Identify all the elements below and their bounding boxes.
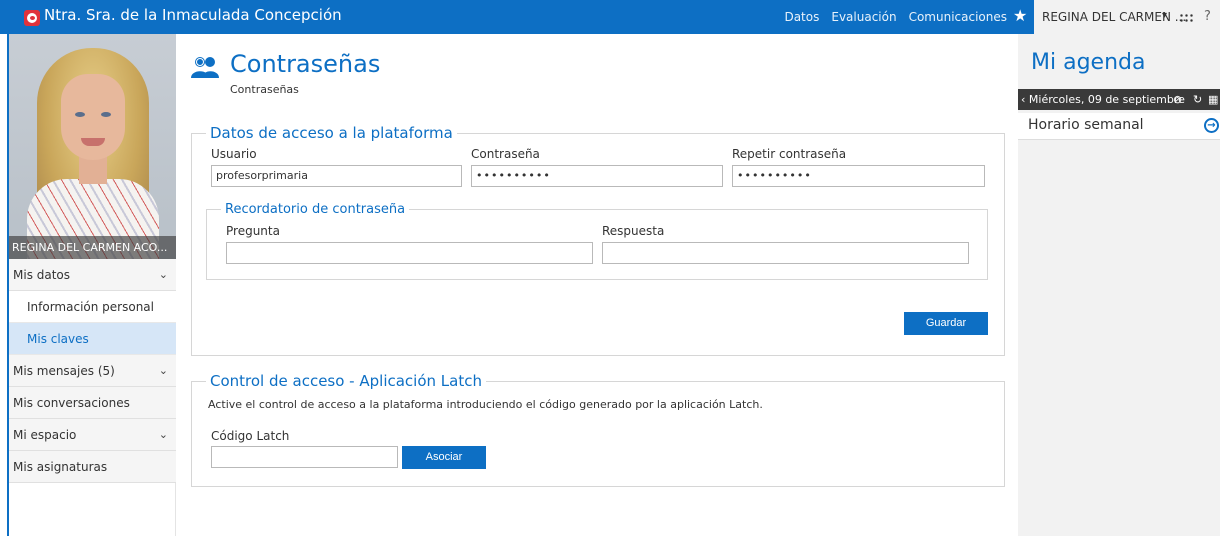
weekly-schedule-label: Horario semanal [1028,117,1144,133]
hide-icon[interactable]: ⊘ [1173,89,1182,110]
sidebar-item-label: Mi espacio [13,428,77,442]
sidebar-item-mis-claves[interactable]: Mis claves [9,323,176,355]
user-menu[interactable]: REGINA DEL CARMEN ... ▾ ? [1034,0,1220,34]
weekly-schedule-item[interactable]: Horario semanal → [1018,113,1220,140]
repeat-password-field[interactable]: •••••••••• [732,165,985,187]
page-title: Contraseñas [230,50,381,78]
agenda-title: Mi agenda [1031,50,1146,75]
sidebar-item-label: Mis datos [13,268,71,282]
sidebar-item-label: Mis mensajes (5) [13,364,115,378]
top-nav: Datos Evaluación Comunicaciones [784,10,1007,24]
associate-button[interactable]: Asociar [402,446,486,469]
usuario-field[interactable]: profesorprimaria [211,165,462,187]
sidebar-item-label: Mis asignaturas [13,460,108,474]
latch-legend: Control de acceso - Aplicación Latch [210,372,482,390]
agenda-date-bar: ‹ Miércoles, 09 de septiembre ⊘ ↻ ▦ [1018,89,1220,110]
breadcrumb: Contraseñas [230,83,299,96]
sidebar-item-mis-conversaciones[interactable]: Mis conversaciones [9,387,176,419]
nav-comunicaciones[interactable]: Comunicaciones [909,10,1007,24]
latch-code-field[interactable] [211,446,398,468]
calendar-icon[interactable]: ▦ [1208,89,1218,110]
chevron-down-icon[interactable]: ▾ [1162,10,1167,21]
sidebar-item-informacion-personal[interactable]: Información personal [9,291,176,323]
chevron-down-icon: ⌄ [158,428,168,441]
sidebar-item-label: Mis conversaciones [13,396,130,410]
profile-photo[interactable]: REGINA DEL CARMEN ACO... [9,34,176,259]
chevron-down-icon: ⌄ [158,364,168,377]
main-content: Contraseñas Contraseñas Datos de acceso … [176,34,1018,536]
sidebar-item-mis-mensajes[interactable]: Mis mensajes (5) ⌄ [9,355,176,387]
grid-icon[interactable] [1179,13,1193,23]
password-field[interactable]: •••••••••• [471,165,723,187]
sidebar-item-mis-datos[interactable]: Mis datos ⌄ [9,259,176,291]
arrow-right-circle-icon[interactable]: → [1204,118,1219,133]
profile-name: REGINA DEL CARMEN ACO... [9,236,176,259]
chevron-down-icon: ⌄ [158,268,168,281]
star-icon[interactable]: ★ [1013,6,1027,25]
nav-evaluacion[interactable]: Evaluación [831,10,896,24]
latch-description: Active el control de acceso a la platafo… [208,398,763,411]
password-reminder-legend: Recordatorio de contraseña [225,202,406,217]
usuario-label: Usuario [211,147,257,161]
school-logo-icon[interactable] [24,10,40,26]
users-icon [191,57,219,78]
latch-section: Control de acceso - Aplicación Latch [191,372,1005,487]
sidebar-item-mi-espacio[interactable]: Mi espacio ⌄ [9,419,176,451]
sidebar: REGINA DEL CARMEN ACO... Mis datos ⌄ Inf… [9,34,176,536]
password-label: Contraseña [471,147,540,161]
school-name[interactable]: Ntra. Sra. de la Inmaculada Concepción [44,6,342,24]
repeat-password-label: Repetir contraseña [732,147,847,161]
question-label: Pregunta [226,224,280,238]
answer-label: Respuesta [602,224,665,238]
sidebar-menu: Mis datos ⌄ Información personal Mis cla… [9,259,176,483]
latch-code-label: Código Latch [211,429,290,443]
refresh-icon[interactable]: ↻ [1193,89,1202,110]
access-data-legend: Datos de acceso a la plataforma [210,124,453,142]
answer-field[interactable] [602,242,969,264]
password-reminder-section: Recordatorio de contraseña [206,202,988,280]
help-icon[interactable]: ? [1204,9,1211,24]
nav-datos[interactable]: Datos [784,10,819,24]
chevron-left-icon[interactable]: ‹ [1021,93,1025,106]
agenda-panel: Mi agenda ‹ Miércoles, 09 de septiembre … [1018,34,1220,536]
question-field[interactable] [226,242,593,264]
sidebar-item-mis-asignaturas[interactable]: Mis asignaturas [9,451,176,483]
agenda-date: Miércoles, 09 de septiembre [1028,93,1185,106]
save-button[interactable]: Guardar [904,312,988,335]
top-bar: Ntra. Sra. de la Inmaculada Concepción D… [0,0,1220,34]
